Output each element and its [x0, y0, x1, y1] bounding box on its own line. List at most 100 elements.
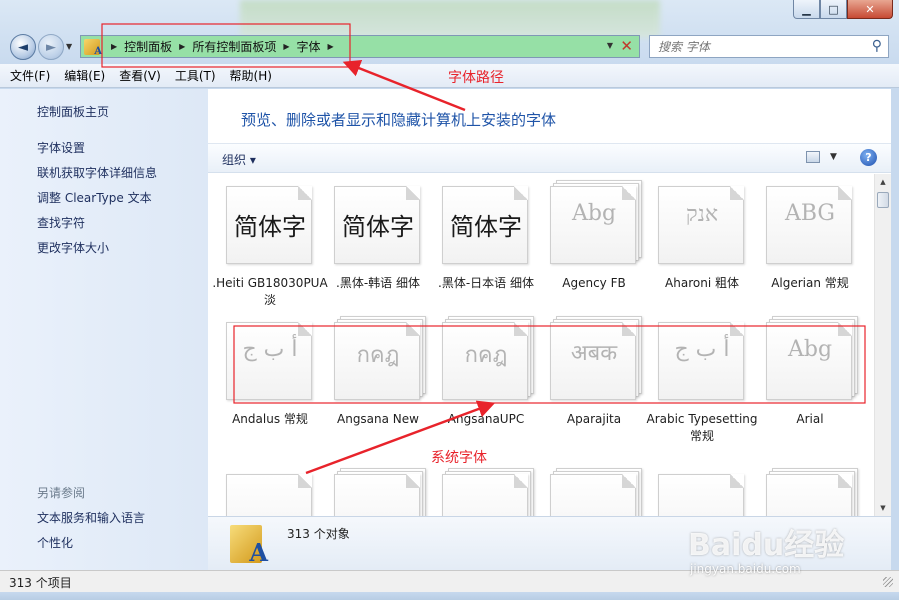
chevron-right-icon[interactable]: ▶ [283, 42, 289, 51]
sidebar-change-font-size[interactable]: 更改字体大小 [37, 239, 109, 256]
watermark-logo: Baidu经验 [688, 528, 845, 563]
font-name-label: Agency FB [562, 276, 626, 290]
font-tile[interactable] [540, 462, 648, 516]
chevron-right-icon[interactable]: ▶ [328, 42, 334, 51]
font-file-icon [658, 474, 752, 516]
watermark-url: jingyan.baidu.com [690, 562, 801, 576]
page-title: 预览、删除或者显示和隐藏计算机上安装的字体 [241, 111, 557, 129]
font-tile[interactable]: 简体字 .黑体-韩语 细体 [324, 174, 432, 310]
address-bar[interactable]: ▶ 控制面板 ▶ 所有控制面板项 ▶ 字体 ▶ ▼ ✕ [80, 35, 640, 58]
watermark: Baidu经验 jingyan.baidu.com [688, 520, 888, 580]
font-preview-glyph: אנק [685, 202, 719, 227]
font-tile[interactable]: กคฎ AngsanaUPC [432, 310, 540, 446]
font-sheet: กคฎ [334, 322, 420, 400]
chevron-right-icon[interactable]: ▶ [179, 42, 185, 51]
menu-tools[interactable]: 工具(T) [175, 67, 216, 84]
font-tile[interactable]: 简体字 .黑体-日本语 细体 [432, 174, 540, 310]
menu-help[interactable]: 帮助(H) [230, 67, 272, 84]
font-file-icon: Abg [550, 180, 644, 264]
scroll-thumb[interactable] [877, 192, 889, 208]
font-grid: 简体字 .Heiti GB18030PUA 淡简体字 .黑体-韩语 细体 简体字 .黑体… [208, 174, 874, 516]
font-sheet: ABG [766, 186, 852, 264]
forward-button[interactable]: ► [38, 34, 64, 60]
sidebar-font-settings[interactable]: 字体设置 [37, 139, 85, 156]
font-name-label: Arabic Typesetting 常规 [646, 412, 758, 443]
help-icon[interactable]: ? [860, 149, 877, 166]
maximize-button[interactable]: □ [820, 0, 847, 19]
font-tile[interactable]: أ ب ج Arabic Typesetting 常规 [646, 310, 758, 446]
sidebar-adjust-cleartype[interactable]: 调整 ClearType 文本 [37, 189, 152, 206]
font-name-label: Algerian 常规 [771, 276, 849, 290]
scroll-up-icon[interactable]: ▲ [875, 174, 891, 190]
font-tile[interactable] [648, 462, 756, 516]
font-preview-glyph: กคฎ [356, 343, 400, 368]
font-preview-glyph: अबक [570, 341, 618, 366]
breadcrumb-all-items[interactable]: 所有控制面板项 [192, 38, 276, 55]
back-button[interactable]: ◄ [10, 34, 36, 60]
breadcrumb-fonts[interactable]: 字体 [297, 38, 321, 55]
menu-view[interactable]: 查看(V) [119, 67, 161, 84]
font-sheet [658, 474, 744, 516]
font-tile[interactable]: אנק Aharoni 粗体 [648, 174, 756, 310]
font-name-label: Angsana New [337, 412, 419, 426]
font-file-icon: กคฎ [442, 316, 536, 400]
font-tile[interactable]: ABG Algerian 常规 [756, 174, 864, 310]
navigation-row: ◄ ► ▼ ▶ 控制面板 ▶ 所有控制面板项 ▶ 字体 ▶ ▼ ✕ ⚲ [0, 31, 899, 63]
font-sheet: أ ب ج [226, 322, 312, 400]
search-icon[interactable]: ⚲ [872, 38, 882, 54]
font-tile[interactable]: Abg Arial [756, 310, 864, 446]
clear-address-icon[interactable]: ✕ [620, 37, 633, 55]
font-sheet: Abg [550, 186, 636, 264]
task-sidebar: 控制面板主页 字体设置 联机获取字体详细信息 调整 ClearType 文本 查… [0, 89, 208, 570]
sidebar-text-services[interactable]: 文本服务和输入语言 [37, 509, 145, 526]
font-file-icon: أ ب ج [658, 322, 752, 400]
font-file-icon: ABG [766, 186, 860, 264]
view-dropdown-icon[interactable]: ▼ [830, 152, 837, 162]
close-button[interactable]: ✕ [847, 0, 893, 19]
font-sheet: אנק [658, 186, 744, 264]
font-file-icon: 简体字 [442, 186, 536, 264]
font-tile[interactable] [216, 462, 324, 516]
font-preview-glyph: กคฎ [464, 343, 508, 368]
font-tile[interactable]: กคฎ Angsana New [324, 310, 432, 446]
font-file-icon: 简体字 [334, 186, 428, 264]
sidebar-control-panel-home[interactable]: 控制面板主页 [37, 103, 109, 120]
font-name-label: .Heiti GB18030PUA 淡 [212, 276, 328, 307]
font-tile[interactable] [432, 462, 540, 516]
font-sheet: 简体字 [226, 186, 312, 264]
font-sheet: أ ب ج [658, 322, 744, 400]
font-preview-glyph: 简体字 [342, 213, 414, 241]
organize-button[interactable]: 组织 ▾ [222, 151, 256, 168]
change-view-icon[interactable] [806, 151, 820, 163]
window-bottom-frame [0, 592, 899, 600]
sidebar-personalization[interactable]: 个性化 [37, 534, 73, 551]
breadcrumb-control-panel[interactable]: 控制面板 [124, 38, 172, 55]
explorer-window: ▁ □ ✕ ◄ ► ▼ ▶ 控制面板 ▶ 所有控制面板项 ▶ 字体 ▶ ▼ ✕ … [0, 0, 899, 600]
menu-file[interactable]: 文件(F) [10, 67, 50, 84]
minimize-button[interactable]: ▁ [793, 0, 820, 19]
font-tile[interactable] [324, 462, 432, 516]
address-dropdown-icon[interactable]: ▼ [607, 41, 613, 50]
font-tile[interactable]: أ ب ج Andalus 常规 [216, 310, 324, 446]
search-input[interactable] [658, 39, 858, 54]
window-controls: ▁ □ ✕ [793, 0, 893, 19]
sidebar-get-font-info-online[interactable]: 联机获取字体详细信息 [37, 164, 157, 181]
font-sheet [334, 474, 420, 516]
scroll-down-icon[interactable]: ▼ [875, 500, 891, 516]
font-sheet: Abg [766, 322, 852, 400]
content-pane: 预览、删除或者显示和隐藏计算机上安装的字体 组织 ▾ ▼ ? 简体字 .Heiti… [208, 89, 891, 570]
search-box[interactable]: ⚲ [649, 35, 889, 58]
menu-edit[interactable]: 编辑(E) [64, 67, 105, 84]
font-tile[interactable]: Abg Agency FB [540, 174, 648, 310]
font-file-icon: अबक [550, 316, 644, 400]
sidebar-find-character[interactable]: 查找字符 [37, 214, 85, 231]
font-name-label: Aparajita [566, 412, 622, 426]
recent-pages-dropdown-icon[interactable]: ▼ [66, 42, 72, 51]
font-file-icon: אנק [658, 186, 752, 264]
vertical-scrollbar[interactable]: ▲ ▼ [874, 174, 891, 516]
font-file-icon [226, 474, 320, 516]
font-tile[interactable] [756, 462, 864, 516]
font-tile[interactable]: अबक Aparajita [540, 310, 648, 446]
font-tile[interactable]: 简体字 .Heiti GB18030PUA 淡 [212, 174, 328, 310]
chevron-right-icon[interactable]: ▶ [111, 42, 117, 51]
